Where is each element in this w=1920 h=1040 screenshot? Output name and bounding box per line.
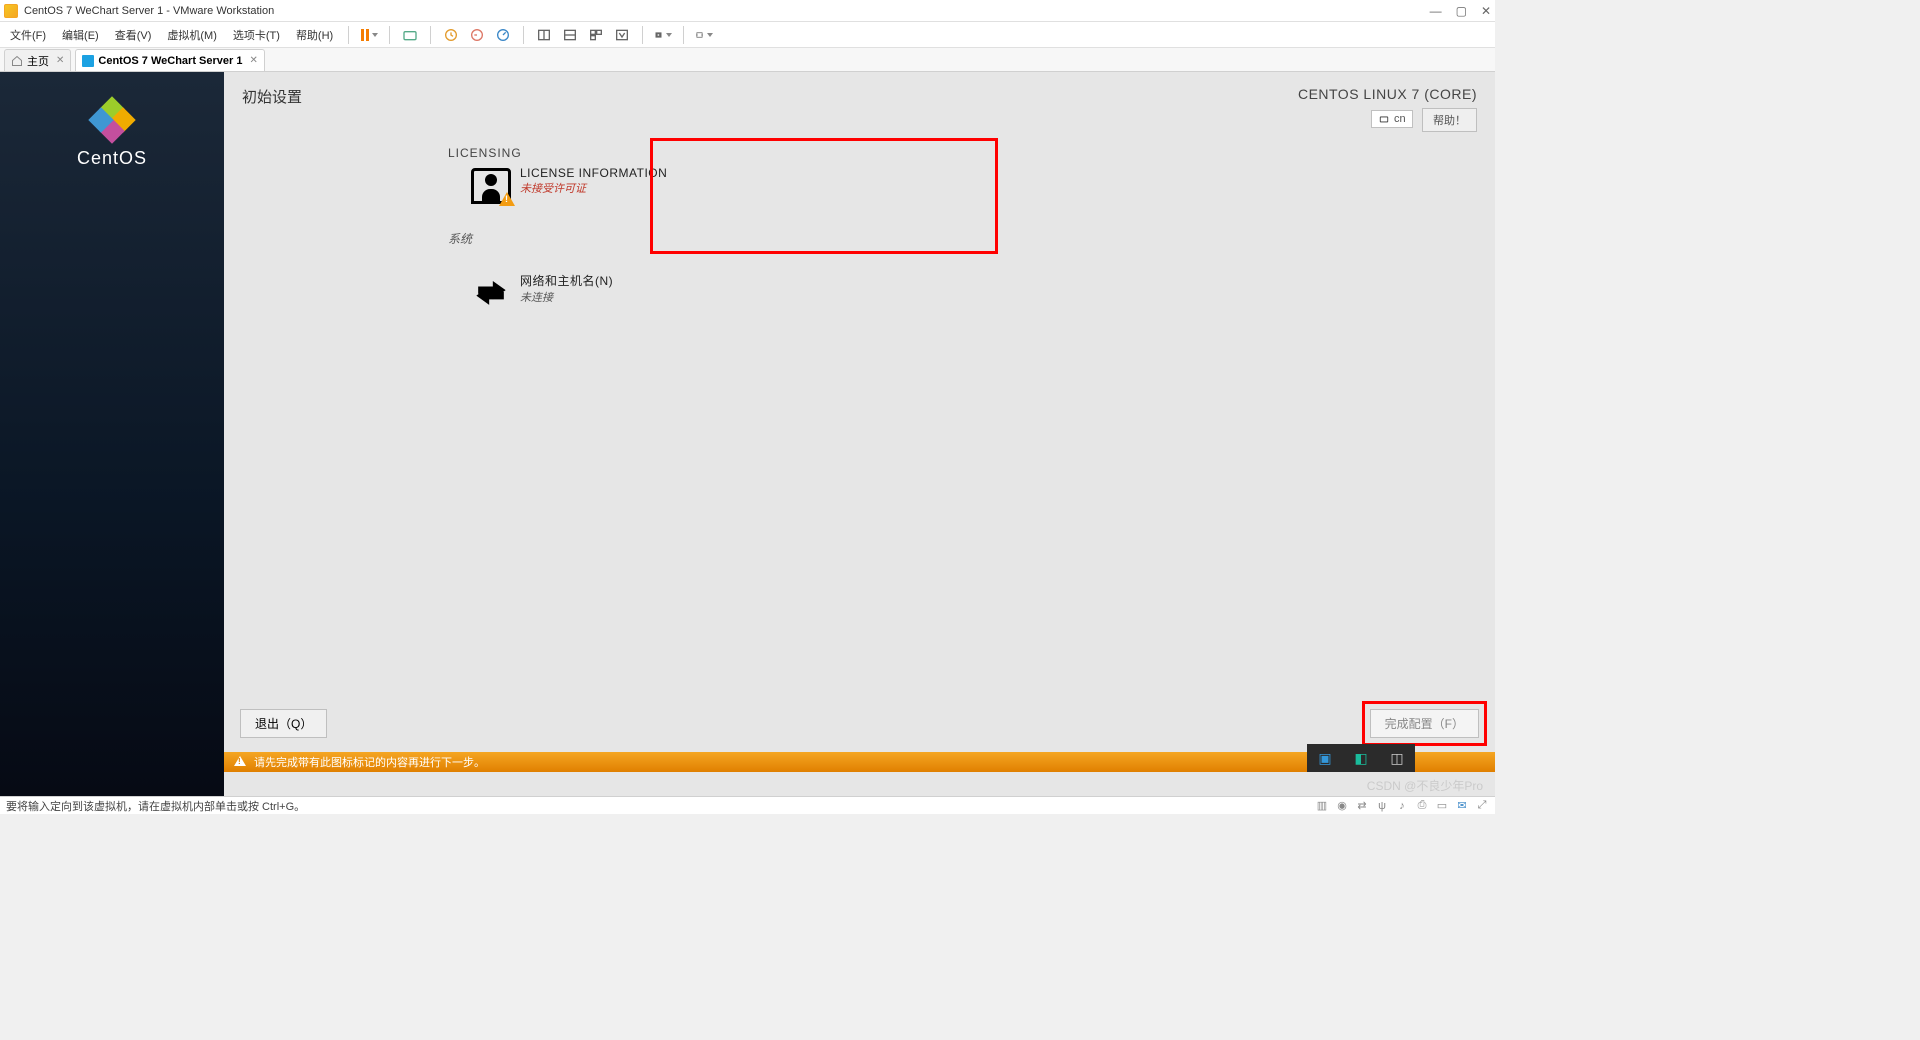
clock-revert-icon	[469, 27, 485, 43]
device-tray: ▥ ◉ ⇄ ψ ♪ ⎙ ▭ ✉ ⤢	[1315, 799, 1489, 813]
vm-app-icon	[4, 4, 18, 18]
category-licensing: LICENSING	[448, 138, 1477, 160]
layout-single-icon	[536, 27, 552, 43]
tray-message-icon[interactable]: ✉	[1455, 799, 1469, 813]
statusbar-hint: 要将输入定向到该虚拟机，请在虚拟机内部单击或按 Ctrl+G。	[6, 798, 305, 814]
license-title: LICENSE INFORMATION	[520, 166, 667, 180]
pause-icon	[361, 29, 369, 41]
tab-home-label: 主页	[27, 53, 49, 69]
guest-sidebar: CentOS	[0, 72, 224, 796]
menu-file[interactable]: 文件(F)	[6, 25, 50, 45]
tab-strip: 主页 ✕ CentOS 7 WeChart Server 1 ✕	[0, 48, 1495, 72]
send-ctrl-alt-del-button[interactable]	[401, 26, 419, 44]
menu-tabs[interactable]: 选项卡(T)	[229, 25, 284, 45]
separator	[683, 26, 684, 44]
layout-unity-icon	[614, 27, 630, 43]
clock-icon	[443, 27, 459, 43]
status-bar: 要将输入定向到该虚拟机，请在虚拟机内部单击或按 Ctrl+G。 ▥ ◉ ⇄ ψ …	[0, 796, 1495, 814]
guest-screen[interactable]: 初始设置 CENTOS LINUX 7 (CORE) cn 帮助！ LICENS…	[224, 72, 1495, 796]
device-usb-icon[interactable]: ψ	[1375, 799, 1389, 813]
separator	[389, 26, 390, 44]
pause-vm-button[interactable]	[360, 26, 378, 44]
help-button[interactable]: 帮助！	[1422, 108, 1477, 132]
snapshot-revert-button[interactable]	[468, 26, 486, 44]
license-status: 未接受许可证	[520, 180, 667, 196]
centos-logo-icon	[92, 100, 132, 140]
dropdown-icon[interactable]	[666, 33, 672, 37]
device-sound-icon[interactable]: ♪	[1395, 799, 1409, 813]
warning-bar: 请先完成带有此图标标记的内容再进行下一步。	[224, 752, 1495, 772]
device-harddisk-icon[interactable]: ▥	[1315, 799, 1329, 813]
network-title: 网络和主机名(N)	[520, 272, 613, 289]
window-minimize-button[interactable]: —	[1430, 4, 1442, 18]
layout-console-icon	[562, 27, 578, 43]
finish-config-button[interactable]: 完成配置（F）	[1370, 709, 1479, 738]
workspace: CentOS 初始设置 CENTOS LINUX 7 (CORE) cn 帮助！…	[0, 72, 1495, 796]
distro-label: CENTOS LINUX 7 (CORE)	[1298, 86, 1477, 102]
window-maximize-button[interactable]: ▢	[1456, 4, 1467, 18]
separator	[642, 26, 643, 44]
device-printer-icon[interactable]: ⎙	[1415, 799, 1429, 813]
guest-taskbar[interactable]: ▣ ◧ ◫	[1307, 744, 1415, 772]
keyboard-layout-label: cn	[1394, 113, 1406, 125]
spoke-network-hostname[interactable]: 网络和主机名(N) 未连接	[462, 266, 1477, 316]
warning-triangle-icon	[234, 756, 246, 766]
separator	[523, 26, 524, 44]
tray-expand-icon[interactable]: ⤢	[1475, 799, 1489, 813]
menu-bar: 文件(F) 编辑(E) 查看(V) 虚拟机(M) 选项卡(T) 帮助(H)	[0, 22, 1495, 48]
keyboard-icon	[1378, 114, 1390, 124]
page-title: 初始设置	[242, 86, 302, 107]
tab-close-button[interactable]: ✕	[249, 55, 257, 66]
view-single-button[interactable]	[535, 26, 553, 44]
tab-vm-label: CentOS 7 WeChart Server 1	[98, 55, 242, 67]
layout-thumbnail-icon	[588, 27, 604, 43]
home-icon	[11, 55, 23, 67]
device-display-icon[interactable]: ▭	[1435, 799, 1449, 813]
view-unity-button[interactable]	[613, 26, 631, 44]
window-close-button[interactable]: ✕	[1481, 4, 1491, 18]
menu-view[interactable]: 查看(V)	[111, 25, 156, 45]
tab-close-button[interactable]: ✕	[56, 55, 64, 66]
menu-edit[interactable]: 编辑(E)	[58, 25, 103, 45]
tab-home[interactable]: 主页 ✕	[4, 49, 71, 71]
vm-icon	[82, 55, 94, 67]
dropdown-icon[interactable]	[707, 33, 713, 37]
view-thumbnail-button[interactable]	[587, 26, 605, 44]
stretch-icon	[695, 27, 704, 43]
device-cd-icon[interactable]: ◉	[1335, 799, 1349, 813]
window-titlebar: CentOS 7 WeChart Server 1 - VMware Works…	[0, 0, 1495, 22]
watermark-text: CSDN @不良少年Pro	[1367, 777, 1483, 794]
snapshot-manager-button[interactable]	[494, 26, 512, 44]
clock-manage-icon	[495, 27, 511, 43]
quit-button[interactable]: 退出（Q）	[240, 709, 327, 738]
menu-help[interactable]: 帮助(H)	[292, 25, 337, 45]
window-title: CentOS 7 WeChart Server 1 - VMware Works…	[24, 5, 274, 17]
tab-vm[interactable]: CentOS 7 WeChart Server 1 ✕	[75, 49, 264, 71]
license-warning-icon	[471, 168, 511, 204]
fullscreen-button[interactable]	[654, 26, 672, 44]
spoke-license-information[interactable]: LICENSE INFORMATION 未接受许可证	[462, 160, 1477, 210]
separator	[430, 26, 431, 44]
dropdown-icon[interactable]	[372, 33, 378, 37]
taskbar-app-icon[interactable]: ◫	[1387, 748, 1407, 768]
network-arrows-icon	[469, 274, 513, 310]
menu-vm[interactable]: 虚拟机(M)	[163, 25, 221, 45]
view-console-button[interactable]	[561, 26, 579, 44]
taskbar-app-icon[interactable]: ▣	[1315, 748, 1335, 768]
category-system: 系统	[448, 230, 1477, 247]
device-network-icon[interactable]: ⇄	[1355, 799, 1369, 813]
sidebar-product-label: CentOS	[77, 148, 147, 169]
warning-text: 请先完成带有此图标标记的内容再进行下一步。	[254, 754, 485, 770]
taskbar-app-icon[interactable]: ◧	[1351, 748, 1371, 768]
snapshot-take-button[interactable]	[442, 26, 460, 44]
fullscreen-icon	[654, 27, 663, 43]
stretch-button[interactable]	[695, 26, 713, 44]
keyboard-layout-selector[interactable]: cn	[1371, 110, 1413, 128]
network-status: 未连接	[520, 289, 613, 305]
keyboard-icon	[402, 27, 418, 43]
separator	[348, 26, 349, 44]
